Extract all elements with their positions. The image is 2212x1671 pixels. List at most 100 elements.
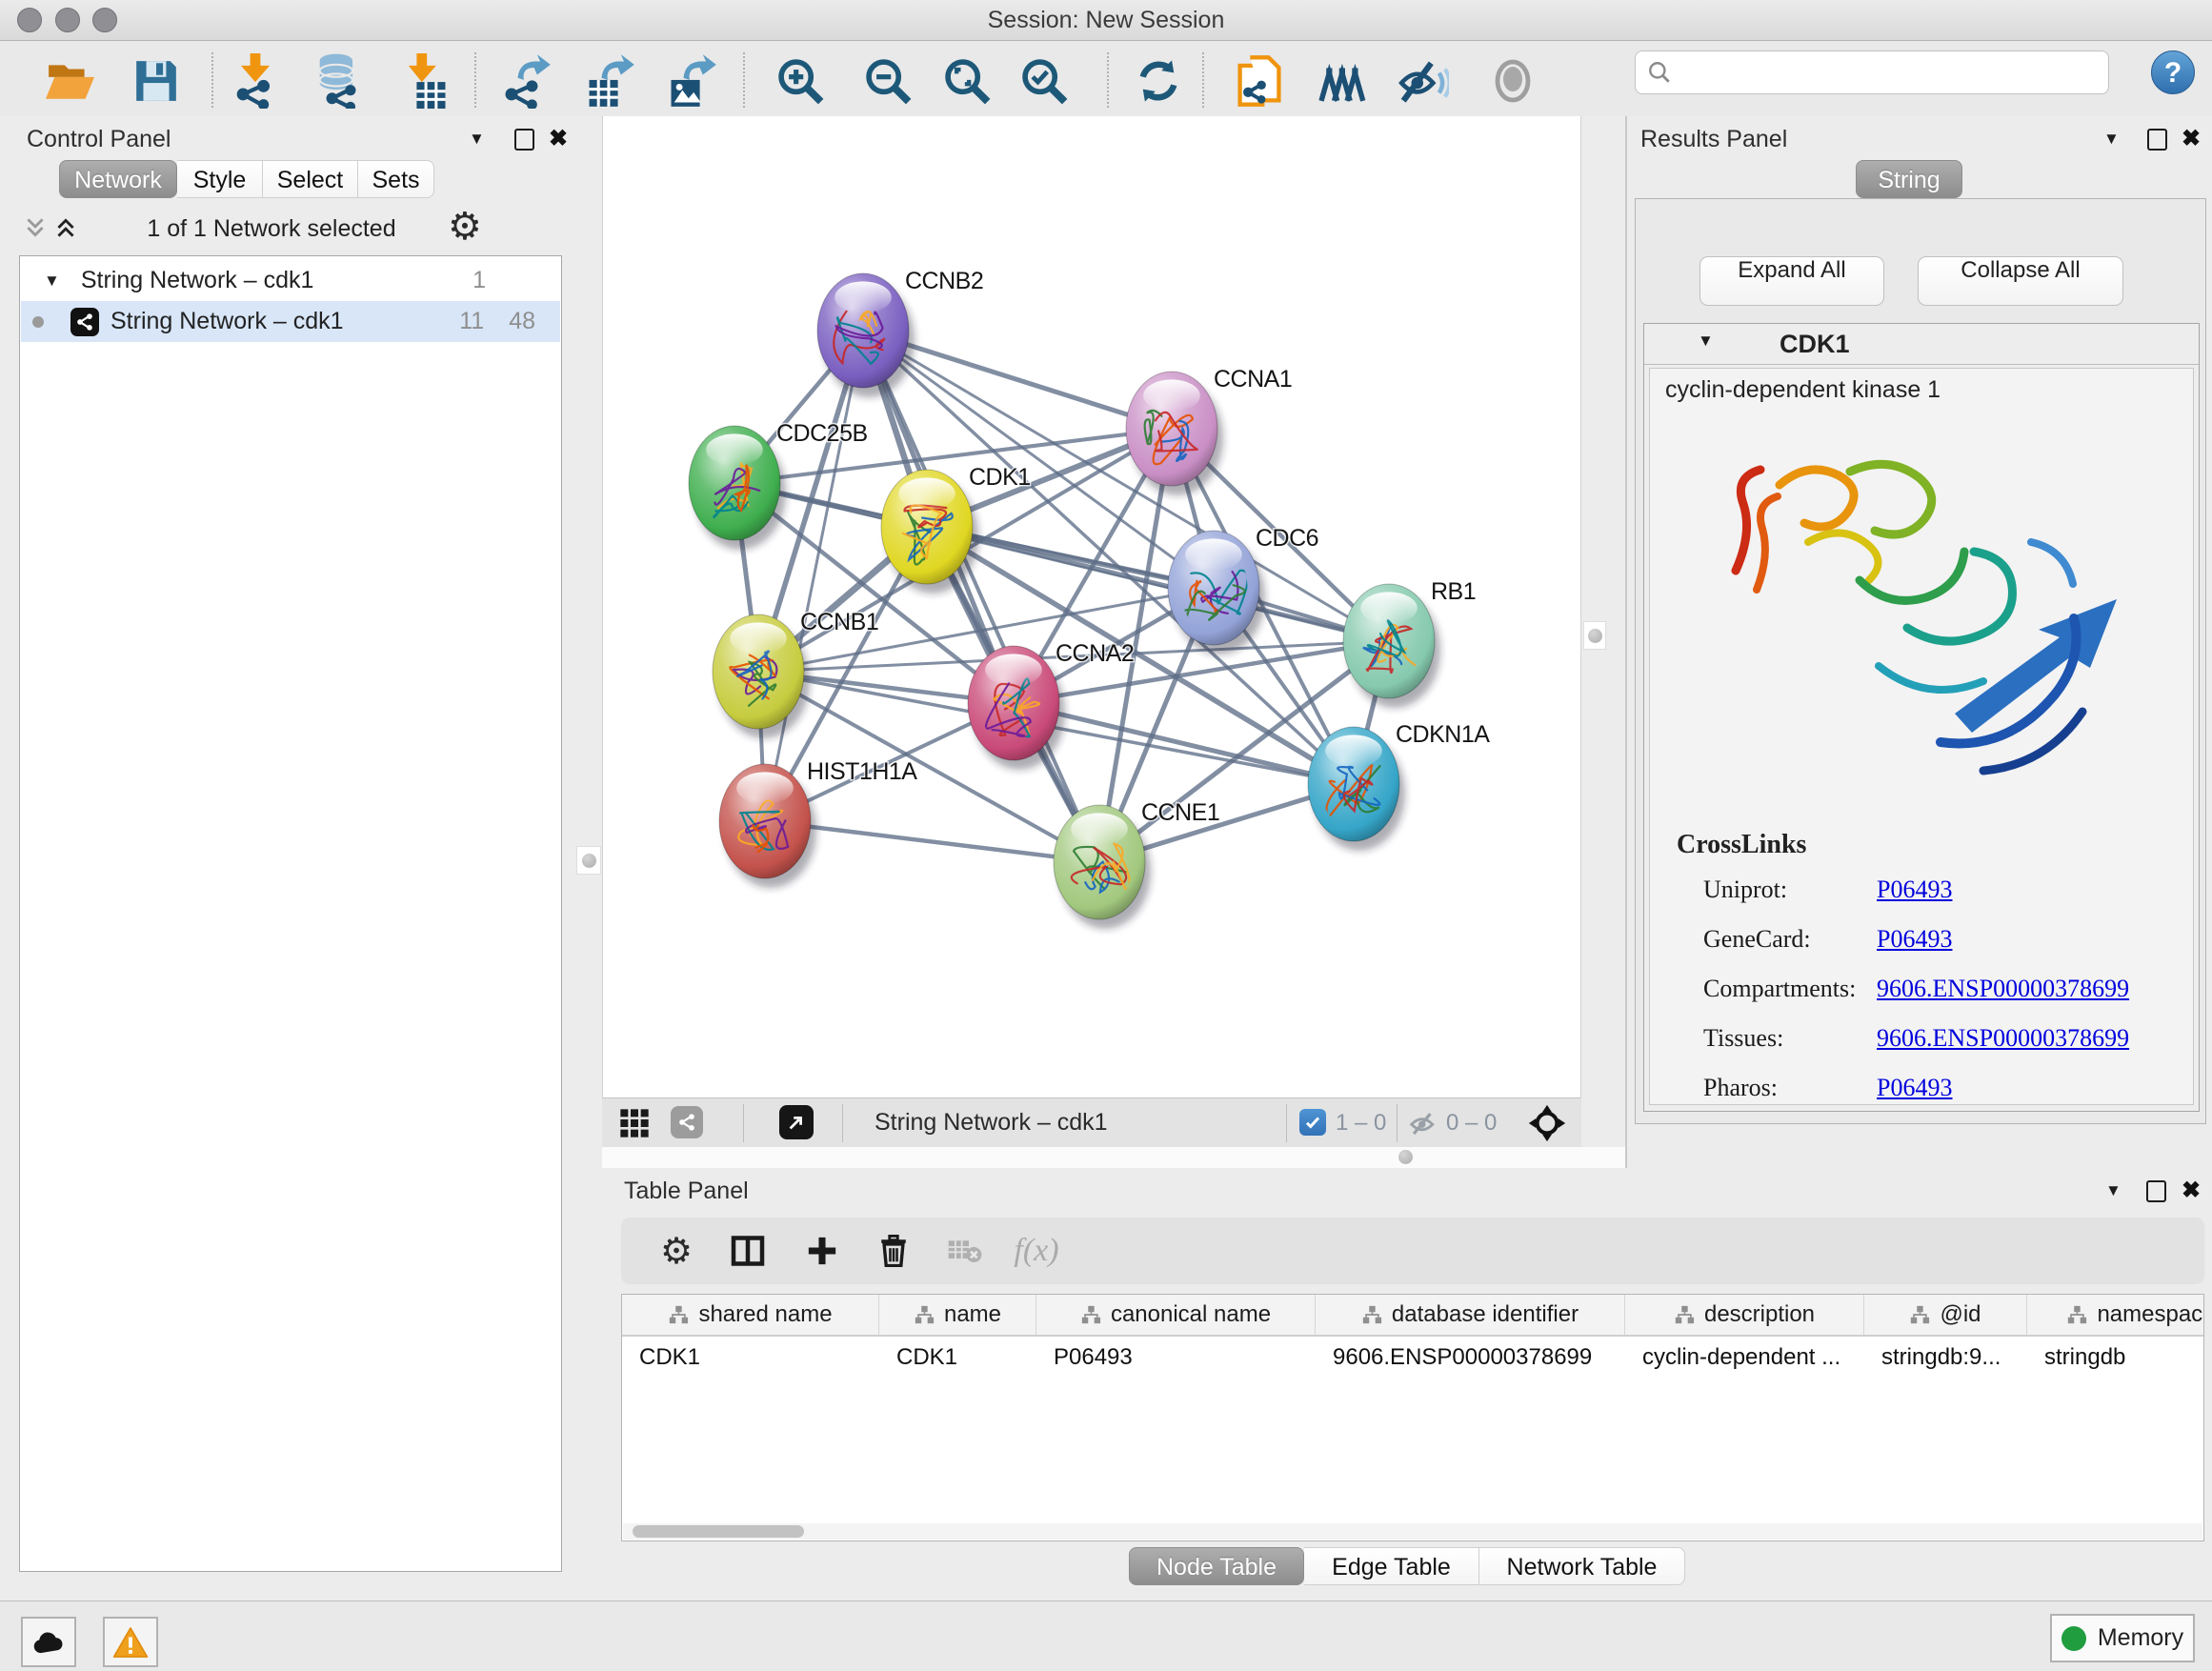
left-splitter-handle[interactable] [576, 846, 601, 875]
network-graph[interactable]: CCNB2CCNA1CDC25BCDK1CDC6RB1CCNB1CCNA2CDK… [603, 116, 1580, 1096]
crosslink-compartments-link[interactable]: 9606.ENSP00000378699 [1877, 975, 2129, 1003]
network-options-gear-icon[interactable]: ⚙ [448, 205, 482, 249]
hide-selected-button[interactable] [1395, 54, 1452, 108]
import-network-file-button[interactable] [227, 54, 284, 108]
control-panel-float-icon[interactable] [514, 129, 534, 151]
table-scrollbar-thumb[interactable] [633, 1525, 804, 1538]
cell-database-identifier[interactable]: 9606.ENSP00000378699 [1316, 1344, 1625, 1371]
search-input[interactable] [1672, 58, 2085, 87]
tab-node-table[interactable]: Node Table [1129, 1547, 1304, 1585]
network-node-ccnb2[interactable]: CCNB2 [817, 268, 983, 397]
zoom-in-button[interactable] [772, 54, 829, 108]
column-header[interactable]: description [1625, 1295, 1864, 1335]
column-header[interactable]: name [879, 1295, 1036, 1335]
grid-view-icon[interactable] [619, 1108, 650, 1138]
export-image-button[interactable] [663, 54, 720, 108]
crosslink-uniprot-link[interactable]: P06493 [1877, 876, 1952, 904]
control-panel-close-icon[interactable]: ✖ [549, 130, 568, 149]
export-network-button[interactable] [497, 54, 554, 108]
results-panel-float-icon[interactable] [2147, 129, 2167, 151]
node-result-header[interactable]: ▼ CDK1 [1644, 324, 2199, 365]
network-node-ccna2[interactable]: CCNA2 [968, 640, 1134, 770]
network-edge[interactable] [765, 331, 863, 821]
apply-layout-button[interactable] [1130, 54, 1187, 108]
tab-string[interactable]: String [1856, 160, 1962, 198]
export-table-button[interactable] [581, 54, 638, 108]
delete-column-trash-icon[interactable] [863, 1218, 924, 1284]
right-splitter-handle[interactable] [1583, 621, 1606, 650]
cell-namespace[interactable]: stringdb [2027, 1344, 2204, 1371]
birdseye-toggle-icon[interactable] [1528, 1104, 1566, 1142]
tab-select[interactable]: Select [263, 160, 358, 198]
table-panel-close-icon[interactable]: ✖ [2182, 1181, 2201, 1200]
network-node-cdc25b[interactable]: CDC25B [689, 420, 868, 550]
show-columns-icon[interactable] [717, 1218, 778, 1284]
crosslink-pharos-link[interactable]: P06493 [1877, 1074, 1952, 1102]
zoom-selected-button[interactable] [1016, 54, 1073, 108]
expand-all-button[interactable]: Expand All [1699, 256, 1884, 306]
crosslink-tissues-link[interactable]: 9606.ENSP00000378699 [1877, 1024, 2129, 1053]
open-session-button[interactable] [42, 54, 99, 108]
network-node-hist1h1a[interactable]: HIST1H1A [719, 758, 917, 888]
column-header[interactable]: @id [1864, 1295, 2027, 1335]
network-node-ccnb1[interactable]: CCNB1 [713, 609, 878, 738]
collection-disclosure-icon[interactable]: ▼ [44, 272, 60, 291]
expand-all-chevron-icon[interactable] [53, 215, 78, 240]
network-collection-row[interactable]: ▼ String Network – cdk1 1 [21, 260, 560, 301]
network-node-ccna1[interactable]: CCNA1 [1126, 366, 1292, 495]
help-button[interactable]: ? [2151, 50, 2195, 94]
table-row[interactable]: CDK1 CDK1 P06493 9606.ENSP00000378699 cy… [622, 1337, 2203, 1379]
network-node-cdc6[interactable]: CDC6 [1168, 525, 1318, 654]
detach-view-button[interactable] [779, 1105, 814, 1139]
save-session-button[interactable] [128, 54, 185, 108]
tab-sets[interactable]: Sets [358, 160, 434, 198]
column-header[interactable]: database identifier [1316, 1295, 1625, 1335]
search-box[interactable] [1635, 50, 2109, 94]
zoom-fit-button[interactable] [938, 54, 995, 108]
hidden-eye-icon[interactable] [1408, 1108, 1438, 1138]
network-node-ccne1[interactable]: CCNE1 [1054, 799, 1219, 929]
network-canvas[interactable]: CCNB2CCNA1CDC25BCDK1CDC6RB1CCNB1CCNA2CDK… [602, 116, 1581, 1097]
cell-id[interactable]: stringdb:9... [1864, 1344, 2027, 1371]
memory-button[interactable]: Memory [2050, 1614, 2195, 1662]
tab-network[interactable]: Network [59, 160, 177, 198]
tab-edge-table[interactable]: Edge Table [1304, 1547, 1479, 1585]
table-horizontal-scrollbar[interactable] [623, 1523, 2202, 1540]
results-panel-menu-icon[interactable]: ▼ [2103, 130, 2120, 149]
crosslink-genecard-link[interactable]: P06493 [1877, 925, 1952, 954]
tab-network-table[interactable]: Network Table [1479, 1547, 1685, 1585]
control-panel-menu-icon[interactable]: ▼ [469, 130, 485, 149]
new-network-from-selection-button[interactable] [1231, 54, 1288, 108]
network-row-selected[interactable]: String Network – cdk1 11 48 [21, 301, 560, 342]
warning-status-button[interactable] [103, 1617, 158, 1667]
add-column-icon[interactable] [792, 1218, 853, 1284]
column-header[interactable]: canonical name [1036, 1295, 1316, 1335]
cell-shared-name[interactable]: CDK1 [622, 1344, 879, 1371]
first-neighbors-button[interactable] [1317, 54, 1374, 108]
right-splitter[interactable] [1581, 116, 1625, 1147]
cloud-status-button[interactable] [21, 1617, 76, 1667]
selected-checkbox-icon[interactable] [1299, 1109, 1326, 1136]
results-panel-close-icon[interactable]: ✖ [2182, 130, 2201, 149]
import-table-file-button[interactable] [396, 54, 453, 108]
left-splitter[interactable] [568, 116, 602, 1147]
node-result-disclosure-icon[interactable]: ▼ [1698, 332, 1714, 351]
network-node-rb1[interactable]: RB1 [1343, 578, 1476, 708]
cell-description[interactable]: cyclin-dependent ... [1625, 1344, 1864, 1371]
network-view-share-icon[interactable] [671, 1106, 703, 1138]
zoom-out-button[interactable] [859, 54, 916, 108]
column-header[interactable]: shared name [622, 1295, 879, 1335]
table-panel-menu-icon[interactable]: ▼ [2105, 1181, 2122, 1200]
collapse-all-button[interactable]: Collapse All [1918, 256, 2123, 306]
network-node-cdkn1a[interactable]: CDKN1A [1308, 721, 1490, 851]
collapse-all-chevron-icon[interactable] [23, 215, 48, 240]
table-panel-float-icon[interactable] [2146, 1180, 2166, 1202]
cell-name[interactable]: CDK1 [879, 1344, 1036, 1371]
cell-canonical-name[interactable]: P06493 [1036, 1344, 1316, 1371]
import-network-database-button[interactable] [310, 54, 367, 108]
show-all-button[interactable] [1484, 54, 1541, 108]
horizontal-splitter-handle[interactable] [1398, 1150, 1413, 1164]
table-settings-gear-icon[interactable]: ⚙ [646, 1218, 707, 1284]
column-header[interactable]: namespace [2027, 1295, 2204, 1335]
tab-style[interactable]: Style [177, 160, 263, 198]
